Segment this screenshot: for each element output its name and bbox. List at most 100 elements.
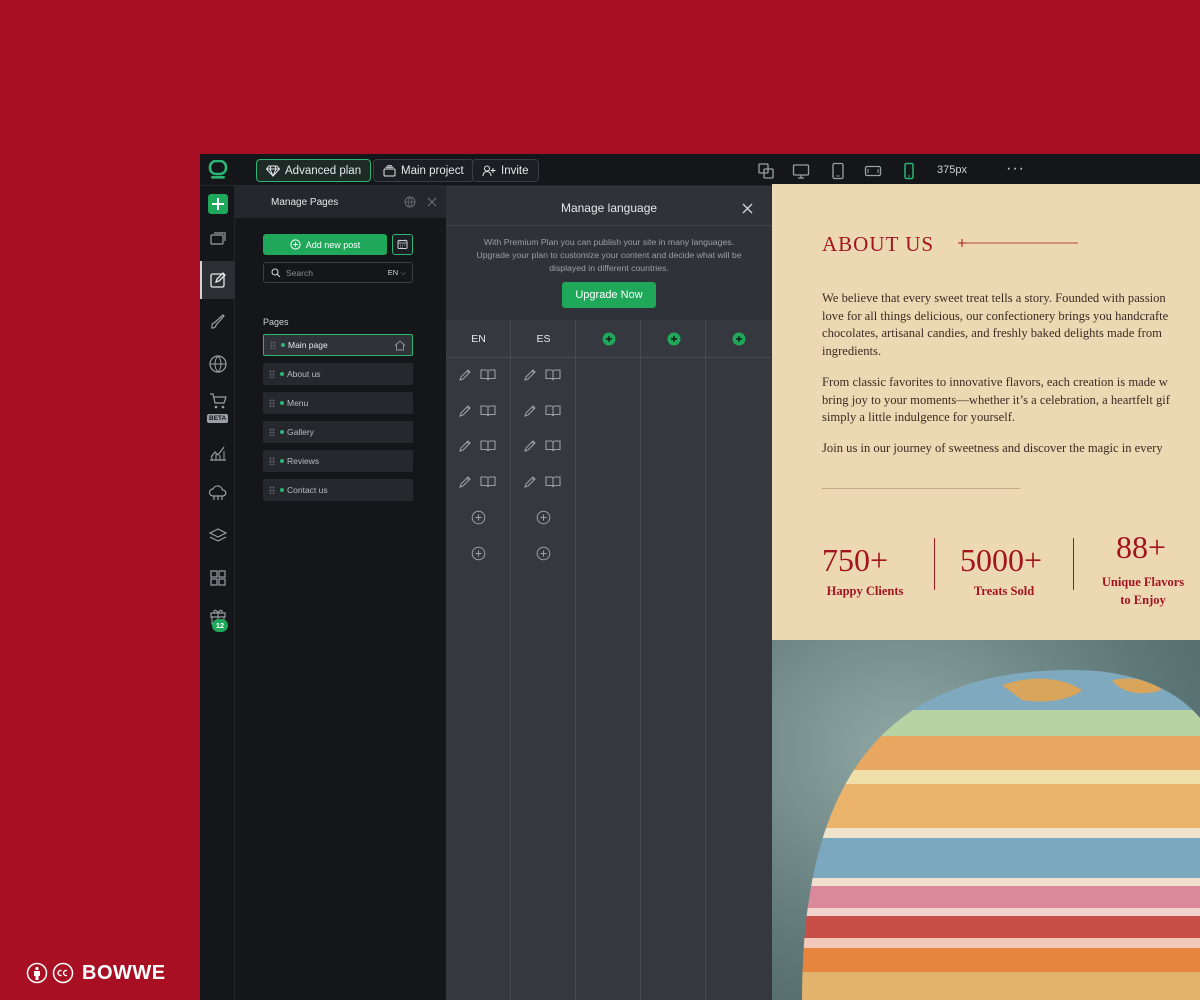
pencil-icon[interactable] (458, 404, 472, 418)
manage-pages-panel: Manage Pages Add new post Search EN ⌵ Pa… (235, 186, 446, 1000)
mobile-view-icon[interactable] (900, 162, 918, 180)
pencil-icon[interactable] (523, 439, 537, 453)
search-placeholder: Search (286, 268, 313, 278)
chart-icon[interactable] (208, 442, 228, 462)
apps-icon[interactable] (208, 568, 228, 588)
page-item-about[interactable]: About us (263, 363, 413, 385)
page-item-label: Reviews (287, 456, 320, 466)
viewport-width-label: 375px (937, 164, 967, 176)
add-user-icon (482, 165, 496, 176)
tablet-landscape-view-icon[interactable] (864, 162, 882, 180)
book-icon[interactable] (545, 475, 561, 489)
invite-button[interactable]: Invite (472, 159, 539, 182)
language-panel-header: Manage language (446, 186, 772, 226)
tablet-view-icon[interactable] (829, 162, 847, 180)
book-icon[interactable] (480, 475, 496, 489)
brush-icon[interactable] (208, 312, 228, 332)
pencil-icon[interactable] (458, 368, 472, 382)
column-header (641, 320, 706, 358)
close-icon[interactable] (427, 197, 437, 207)
page-item-label: Main page (288, 340, 328, 350)
panel-title: Manage language (560, 201, 658, 215)
add-language-icon[interactable] (667, 332, 681, 346)
resize-view-icon[interactable] (757, 162, 775, 180)
add-language-icon[interactable] (602, 332, 616, 346)
drag-handle-icon[interactable] (269, 457, 275, 465)
pencil-icon[interactable] (523, 475, 537, 489)
www-icon[interactable] (208, 354, 228, 374)
page-item-menu[interactable]: Menu (263, 392, 413, 414)
text-line: love for all things delicious, our confe… (822, 308, 1169, 323)
pencil-icon[interactable] (458, 475, 472, 489)
stat-label: Happy Clients (826, 584, 904, 598)
text-line: From classic favorites to innovative fla… (822, 375, 1168, 389)
drag-handle-icon[interactable] (269, 399, 275, 407)
book-icon[interactable] (545, 368, 561, 382)
book-icon[interactable] (545, 439, 561, 453)
language-column-en: EN (446, 320, 511, 1000)
add-language-column (576, 320, 641, 1000)
page-item-main[interactable]: Main page (263, 334, 413, 356)
book-icon[interactable] (480, 439, 496, 453)
page-item-label: Contact us (287, 485, 328, 495)
drag-handle-icon[interactable] (270, 341, 276, 349)
top-bar: Advanced plan Main project Invite 375px … (200, 154, 1200, 186)
pencil-icon[interactable] (458, 439, 472, 453)
windows-icon[interactable] (208, 229, 228, 249)
info-line: displayed in different countries. (549, 263, 669, 273)
cart-icon[interactable] (208, 391, 228, 411)
pencil-icon[interactable] (523, 404, 537, 418)
layers-icon[interactable] (208, 526, 228, 546)
pencil-icon[interactable] (523, 368, 537, 382)
add-translation-icon[interactable] (536, 510, 551, 525)
drag-handle-icon[interactable] (269, 428, 275, 436)
add-translation-icon[interactable] (471, 546, 486, 561)
info-line: With Premium Plan you can publish your s… (483, 237, 735, 247)
close-icon[interactable] (742, 203, 753, 214)
bowwe-logo-icon[interactable] (208, 160, 228, 180)
creative-commons-icon (52, 962, 74, 984)
main-project-label: Main project (401, 164, 464, 177)
more-options-icon[interactable]: ··· (1006, 160, 1025, 178)
book-icon[interactable] (480, 404, 496, 418)
advanced-plan-label: Advanced plan (285, 164, 362, 177)
page-item-label: Gallery (287, 427, 314, 437)
language-select[interactable]: EN ⌵ (388, 268, 406, 278)
drag-handle-icon[interactable] (269, 486, 275, 494)
page-item-reviews[interactable]: Reviews (263, 450, 413, 472)
book-icon[interactable] (480, 368, 496, 382)
page-item-gallery[interactable]: Gallery (263, 421, 413, 443)
upgrade-now-button[interactable]: Upgrade Now (562, 282, 656, 308)
page-item-contact[interactable]: Contact us (263, 479, 413, 501)
cloud-icon[interactable] (208, 483, 228, 503)
status-dot (280, 401, 284, 405)
drag-handle-icon[interactable] (269, 370, 275, 378)
cake-image (772, 640, 1200, 1000)
add-translation-icon[interactable] (471, 510, 486, 525)
add-element-button[interactable] (208, 194, 228, 214)
section-heading: ABOUT US (822, 232, 935, 256)
desktop-view-icon[interactable] (792, 162, 810, 180)
book-icon[interactable] (545, 404, 561, 418)
beta-badge: BETA (207, 414, 229, 423)
text-line: chocolates, artisanal candies, and fresh… (822, 326, 1162, 340)
editor-window: Advanced plan Main project Invite 375px … (200, 154, 1200, 1000)
add-language-icon[interactable] (732, 332, 746, 346)
search-input[interactable]: Search EN ⌵ (263, 262, 413, 283)
main-project-button[interactable]: Main project (373, 159, 474, 182)
calendar-button[interactable] (392, 234, 413, 255)
site-preview[interactable]: ABOUT US We believe that every sweet tre… (772, 184, 1200, 1000)
add-translation-icon[interactable] (536, 546, 551, 561)
status-dot (281, 343, 285, 347)
add-new-post-button[interactable]: Add new post (263, 234, 387, 255)
page-actions (458, 439, 502, 455)
globe-icon[interactable] (404, 196, 416, 208)
pages-panel-header: Manage Pages (235, 186, 446, 218)
plus-circle-icon (290, 239, 301, 250)
advanced-plan-button[interactable]: Advanced plan (256, 159, 372, 182)
add-new-post-label: Add new post (305, 239, 361, 250)
edit-icon[interactable] (208, 270, 228, 290)
text-line: ingredients. (822, 343, 882, 358)
left-toolbar: BETA 12 (200, 186, 235, 1000)
status-dot (280, 488, 284, 492)
